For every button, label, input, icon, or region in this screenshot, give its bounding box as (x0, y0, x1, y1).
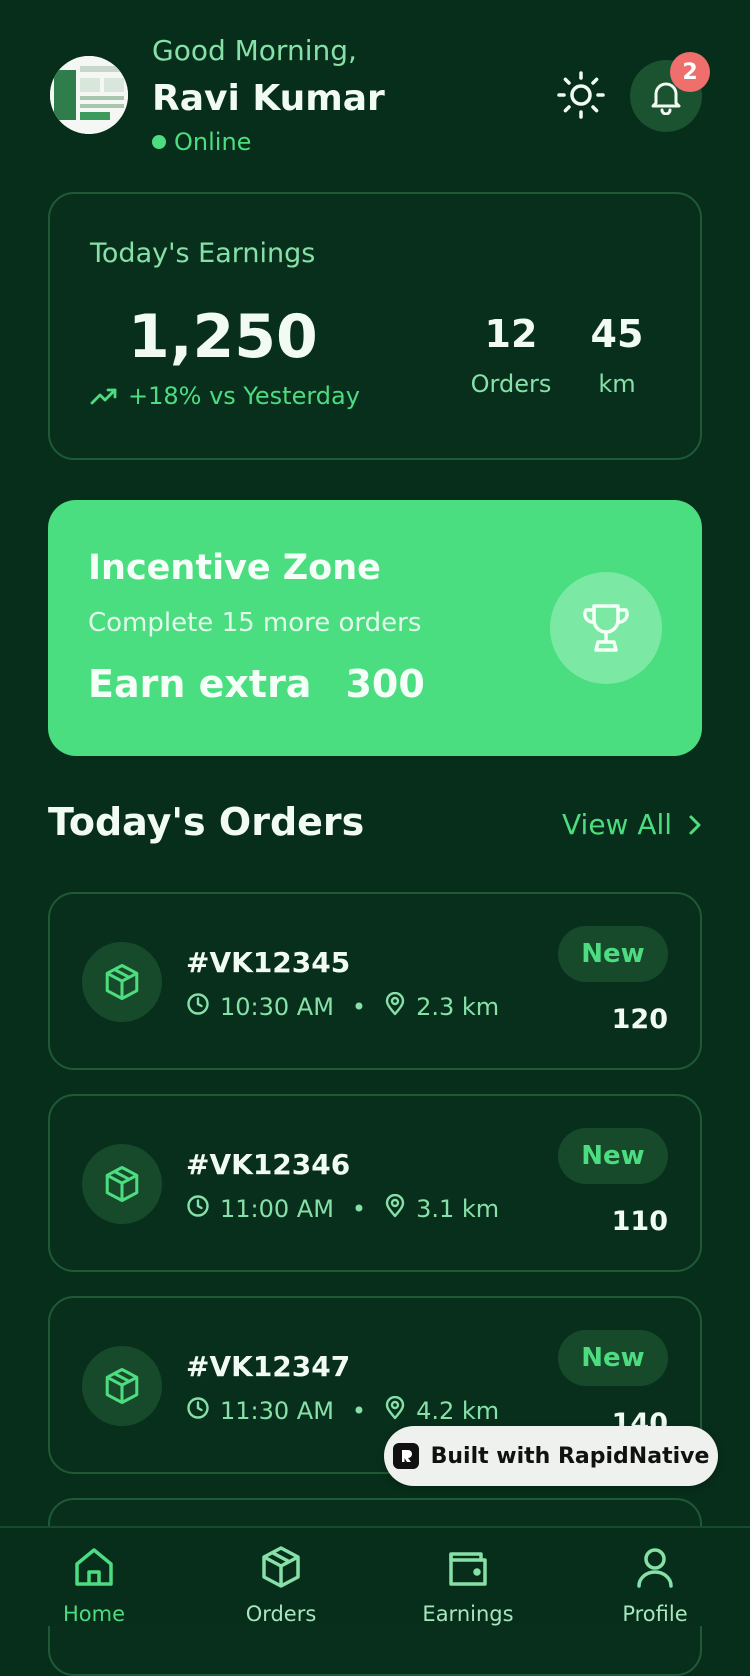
order-distance: 2.3 km (416, 993, 500, 1021)
incentive-subtitle: Complete 15 more orders (88, 608, 422, 638)
earnings-card: Today's Earnings 1,250 +18% vs Yesterday… (48, 192, 702, 460)
clock-icon (186, 1194, 210, 1224)
notification-badge: 2 (670, 52, 710, 92)
order-id: #VK12345 (186, 946, 351, 979)
order-status-badge: New (558, 1330, 668, 1386)
order-time: 11:30 AM (220, 1397, 334, 1425)
user-icon (637, 1548, 673, 1588)
order-amount: 110 (611, 1206, 668, 1237)
order-time: 10:30 AM (220, 993, 334, 1021)
online-status: Online (152, 128, 251, 156)
bottom-nav: Home Orders Earnings Profile (0, 1526, 750, 1626)
nav-label-orders: Orders (245, 1602, 317, 1626)
nav-item-profile[interactable]: Profile (595, 1544, 715, 1626)
order-meta: 11:00 AM • 3.1 km (186, 1193, 500, 1224)
built-with-badge[interactable]: Built with RapidNative (384, 1426, 718, 1486)
greeting-text: Good Morning, (152, 34, 357, 67)
order-status-badge: New (558, 926, 668, 982)
order-time: 11:00 AM (220, 1195, 334, 1223)
order-status-badge: New (558, 1128, 668, 1184)
trophy-icon (583, 604, 629, 652)
distance-label: km (598, 370, 636, 398)
wallet-icon (449, 1552, 487, 1586)
nav-item-home[interactable]: Home (34, 1544, 154, 1626)
order-package-icon (82, 942, 162, 1022)
clock-icon (186, 1396, 210, 1426)
view-all-label: View All (562, 808, 673, 841)
nav-label-earnings: Earnings (422, 1602, 514, 1626)
separator-dot: • (351, 1397, 367, 1425)
incentive-earn-value: 300 (345, 662, 425, 706)
status-label: Online (174, 128, 252, 156)
clock-icon (186, 992, 210, 1022)
separator-dot: • (351, 993, 367, 1021)
avatar[interactable] (50, 56, 128, 134)
home-icon (75, 1548, 113, 1586)
map-pin-icon (384, 1193, 406, 1224)
order-meta: 11:30 AM • 4.2 km (186, 1395, 500, 1426)
incentive-title: Incentive Zone (88, 548, 381, 588)
order-package-icon (82, 1346, 162, 1426)
nav-item-orders[interactable]: Orders (221, 1544, 341, 1626)
order-meta: 10:30 AM • 2.3 km (186, 991, 500, 1022)
order-amount: 120 (611, 1004, 668, 1035)
order-distance: 4.2 km (416, 1397, 500, 1425)
earnings-amount: 1,250 (128, 302, 318, 372)
trend-label: +18% vs Yesterday (128, 382, 360, 410)
theme-toggle-sun-icon[interactable] (556, 70, 606, 120)
order-card[interactable]: #VK12345 10:30 AM • 2.3 km New 120 (48, 892, 702, 1070)
orders-section-title: Today's Orders (48, 800, 365, 844)
earnings-trend: +18% vs Yesterday (90, 382, 360, 410)
trophy-badge (550, 572, 662, 684)
order-card[interactable]: #VK12346 11:00 AM • 3.1 km New 110 (48, 1094, 702, 1272)
earnings-title: Today's Earnings (90, 238, 316, 269)
order-id: #VK12347 (186, 1350, 351, 1383)
separator-dot: • (351, 1195, 367, 1223)
distance-value: 45 (590, 312, 644, 356)
order-id: #VK12346 (186, 1148, 351, 1181)
incentive-card[interactable]: Incentive Zone Complete 15 more orders E… (48, 500, 702, 756)
status-dot-icon (152, 135, 166, 149)
incentive-earn-label: Earn extra (88, 662, 312, 706)
order-distance: 3.1 km (416, 1195, 500, 1223)
view-all-link[interactable]: View All (562, 808, 702, 841)
orders-label: Orders (470, 370, 552, 398)
orders-count: 12 (484, 312, 538, 356)
package-icon (262, 1546, 300, 1588)
incentive-earn: Earn extra 300 (88, 662, 425, 706)
rapidnative-logo-icon (392, 1443, 419, 1469)
user-name: Ravi Kumar (152, 78, 385, 119)
chevron-right-icon (689, 815, 701, 834)
trending-up-icon (90, 388, 117, 405)
orders-stat: 12 Orders (456, 312, 566, 398)
built-with-label: Built with RapidNative (430, 1443, 710, 1469)
order-package-icon (82, 1144, 162, 1224)
nav-label-profile: Profile (622, 1602, 688, 1626)
distance-stat: 45 km (562, 312, 672, 398)
nav-item-earnings[interactable]: Earnings (408, 1544, 528, 1626)
nav-label-home: Home (62, 1602, 125, 1626)
map-pin-icon (384, 991, 406, 1022)
map-pin-icon (384, 1395, 406, 1426)
